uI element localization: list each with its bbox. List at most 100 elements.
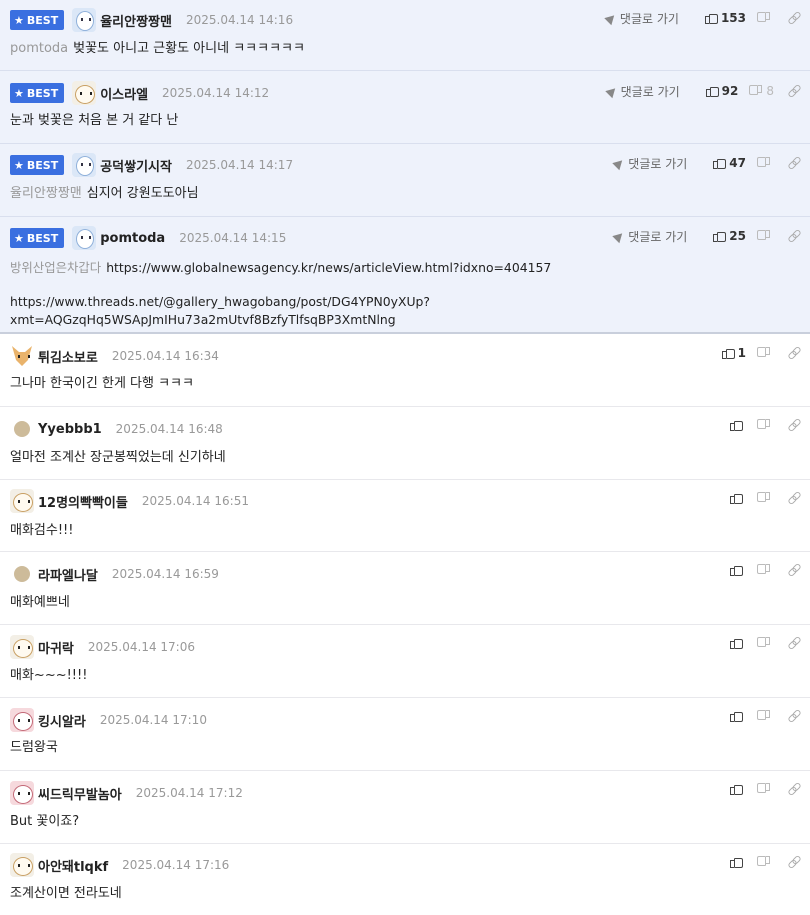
thumbs-down-icon bbox=[758, 856, 770, 868]
comment-date: 2025.04.14 16:51 bbox=[141, 494, 249, 508]
avatar[interactable] bbox=[72, 81, 97, 105]
avatar[interactable] bbox=[10, 635, 34, 659]
upvote-button[interactable]: 25 bbox=[713, 229, 746, 243]
upvote-button[interactable] bbox=[730, 783, 746, 795]
upvote-button[interactable] bbox=[730, 419, 746, 431]
comment-nickname[interactable]: 씨드릭무발놈아 bbox=[38, 784, 122, 803]
thumbs-up-icon bbox=[713, 230, 727, 242]
upvote-button[interactable]: 47 bbox=[713, 156, 746, 170]
comment-date: 2025.04.14 17:12 bbox=[135, 786, 243, 800]
thumbs-down-icon bbox=[758, 157, 770, 169]
comment-nickname[interactable]: 킹시알라 bbox=[38, 711, 86, 730]
comment: 튀김소보로 2025.04.14 16:34 1 그나마 한국이긴 한게 다행 … bbox=[0, 335, 810, 407]
send-arrow-icon bbox=[604, 84, 619, 98]
avatar[interactable] bbox=[10, 708, 34, 732]
comment-nickname[interactable]: 라파엘나달 bbox=[38, 565, 98, 584]
link-icon[interactable] bbox=[788, 564, 800, 576]
link-icon[interactable] bbox=[788, 637, 800, 649]
comment-date: 2025.04.14 16:48 bbox=[115, 422, 223, 436]
comment-nickname[interactable]: pomtoda bbox=[100, 231, 165, 246]
thumbs-up-icon bbox=[730, 419, 743, 431]
downvote-button[interactable] bbox=[758, 710, 774, 722]
link-icon[interactable] bbox=[788, 856, 800, 868]
mention[interactable]: pomtoda bbox=[10, 41, 68, 56]
link-icon[interactable] bbox=[788, 347, 800, 359]
comment-nickname[interactable]: 공덕쌓기시작 bbox=[100, 156, 172, 175]
go-to-reply-link[interactable]: 댓글로 가기 bbox=[612, 155, 687, 172]
downvote-button[interactable] bbox=[758, 347, 774, 359]
comment-date: 2025.04.14 16:59 bbox=[111, 567, 219, 581]
comment-nickname[interactable]: 이스라엘 bbox=[100, 84, 148, 103]
comment-nickname[interactable]: 아안돼tlqkf bbox=[38, 856, 108, 875]
send-arrow-icon bbox=[612, 156, 626, 170]
comment-body: 그나마 한국이긴 한게 다행 ㅋㅋㅋ bbox=[10, 376, 194, 391]
upvote-button[interactable] bbox=[730, 710, 746, 722]
url-link[interactable]: https://www.globalnewsagency.kr/news/art… bbox=[106, 260, 551, 275]
star-icon: ★ bbox=[14, 13, 24, 27]
comment-body: 매화검수!!! bbox=[10, 523, 74, 538]
downvote-button[interactable] bbox=[758, 856, 774, 868]
link-icon[interactable] bbox=[788, 783, 800, 795]
upvote-button[interactable]: 153 bbox=[704, 11, 746, 25]
downvote-button[interactable] bbox=[758, 783, 774, 795]
comment-nickname[interactable]: 튀김소보로 bbox=[38, 347, 98, 366]
link-icon[interactable] bbox=[788, 230, 800, 242]
link-icon[interactable] bbox=[788, 419, 800, 431]
avatar[interactable] bbox=[14, 566, 30, 582]
avatar[interactable] bbox=[10, 489, 34, 513]
thumbs-down-icon bbox=[758, 419, 770, 431]
comment-nickname[interactable]: 마귀락 bbox=[38, 638, 74, 657]
link-icon[interactable] bbox=[788, 12, 800, 24]
comment-date: 2025.04.14 14:12 bbox=[162, 86, 270, 100]
best-badge: ★ BEST bbox=[10, 228, 65, 248]
thumbs-up-icon bbox=[704, 12, 718, 24]
comment-date: 2025.04.14 17:06 bbox=[87, 640, 195, 654]
mention[interactable]: 율리안짱짱맨 bbox=[10, 186, 82, 201]
comment-nickname[interactable]: Yyebbb1 bbox=[38, 422, 102, 437]
upvote-button[interactable] bbox=[730, 492, 746, 504]
best-badge: ★ BEST bbox=[10, 10, 65, 30]
thumbs-up-icon bbox=[730, 492, 743, 504]
downvote-button[interactable] bbox=[758, 157, 774, 169]
upvote-button[interactable] bbox=[730, 564, 746, 576]
send-arrow-icon bbox=[612, 229, 626, 243]
thumbs-down-icon bbox=[758, 710, 770, 722]
downvote-button[interactable] bbox=[758, 492, 774, 504]
go-to-reply-link[interactable]: 댓글로 가기 bbox=[604, 10, 679, 27]
link-icon[interactable] bbox=[788, 157, 800, 169]
link-icon[interactable] bbox=[788, 710, 800, 722]
link-icon[interactable] bbox=[788, 85, 800, 97]
upvote-button[interactable]: 1 bbox=[721, 346, 746, 360]
upvote-button[interactable] bbox=[730, 856, 746, 868]
avatar[interactable] bbox=[72, 226, 97, 250]
go-to-reply-link[interactable]: 댓글로 가기 bbox=[604, 83, 680, 100]
upvote-button[interactable] bbox=[730, 637, 746, 649]
avatar[interactable] bbox=[72, 153, 97, 177]
comment-date: 2025.04.14 16:34 bbox=[111, 349, 219, 363]
url-link[interactable]: https://www.threads.net/@gallery_hwagoba… bbox=[10, 293, 800, 329]
downvote-button[interactable]: 8 bbox=[750, 84, 774, 98]
downvote-button[interactable] bbox=[758, 564, 774, 576]
comment-nickname[interactable]: 12명의빡빡이들 bbox=[38, 492, 128, 511]
downvote-button[interactable] bbox=[758, 12, 774, 24]
thumbs-up-icon bbox=[713, 157, 727, 169]
downvote-button[interactable] bbox=[758, 230, 774, 242]
go-to-reply-link[interactable]: 댓글로 가기 bbox=[612, 228, 687, 245]
downvote-button[interactable] bbox=[758, 637, 774, 649]
comment-body: 얼마전 조계산 장군봉찍었는데 신기하네 bbox=[10, 450, 226, 465]
comment: 씨드릭무발놈아 2025.04.14 17:12 But 꽃이죠? bbox=[0, 771, 810, 844]
avatar[interactable] bbox=[14, 421, 30, 437]
comment-nickname[interactable]: 율리안짱짱맨 bbox=[100, 11, 172, 30]
avatar[interactable] bbox=[10, 781, 34, 805]
thumbs-down-icon bbox=[750, 85, 762, 97]
avatar[interactable] bbox=[10, 344, 34, 368]
thumbs-up-icon bbox=[730, 710, 743, 722]
comment-date: 2025.04.14 17:10 bbox=[99, 713, 207, 727]
avatar[interactable] bbox=[72, 8, 97, 32]
upvote-button[interactable]: 92 bbox=[705, 84, 738, 98]
downvote-button[interactable] bbox=[758, 419, 774, 431]
mention[interactable]: 방위산업은차갑다 bbox=[10, 260, 101, 275]
link-icon[interactable] bbox=[788, 492, 800, 504]
thumbs-up-icon bbox=[730, 564, 743, 576]
avatar[interactable] bbox=[10, 853, 34, 877]
